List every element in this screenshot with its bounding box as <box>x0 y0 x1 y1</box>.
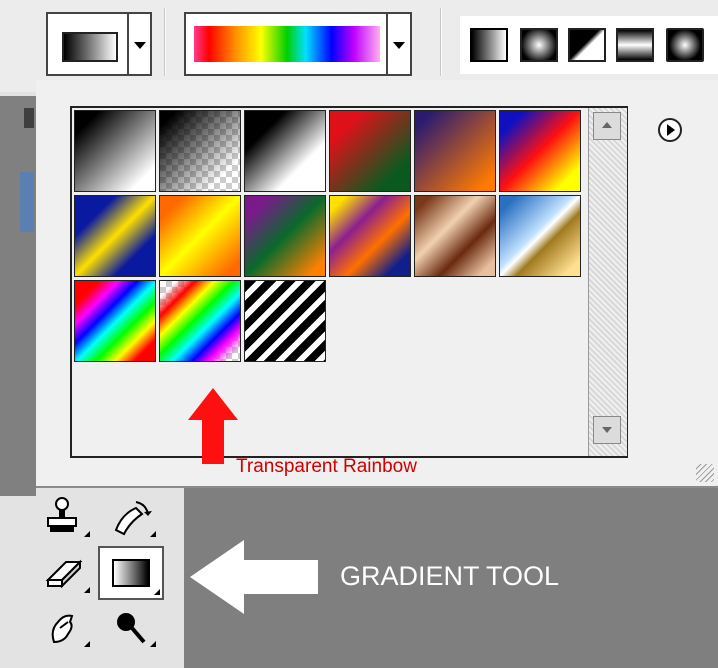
left-panel-strip <box>0 0 37 668</box>
gradient-tool[interactable] <box>98 546 164 600</box>
gradient-tool-icon <box>112 559 150 587</box>
angle-gradient-icon[interactable] <box>568 28 606 62</box>
gradient-preset-transparent-stripes[interactable] <box>244 280 326 362</box>
gradient-swatch-icon <box>62 32 118 62</box>
gradient-tool-annotation: GRADIENT TOOL <box>340 561 560 591</box>
diamond-gradient-icon[interactable] <box>666 28 704 62</box>
gradient-preset-blue-yellow-blue[interactable] <box>74 195 156 277</box>
gradient-preset-transparent-rainbow[interactable] <box>159 280 241 362</box>
chevron-down-icon[interactable] <box>134 42 146 49</box>
left-panel-shadow <box>0 96 36 496</box>
left-panel-highlight <box>20 172 34 232</box>
red-pointer-arrow-icon <box>188 388 238 464</box>
clone-stamp-tool[interactable] <box>40 494 92 540</box>
scroll-down-button[interactable] <box>593 416 621 444</box>
reflected-gradient-icon[interactable] <box>616 28 654 62</box>
gradient-preset-orange-yellow-orange[interactable] <box>159 195 241 277</box>
gradient-preset-blue-red-yellow[interactable] <box>499 110 581 192</box>
current-gradient-swatch[interactable] <box>194 26 380 62</box>
resize-grip-icon[interactable] <box>696 464 714 482</box>
dodge-tool[interactable] <box>106 604 158 650</box>
preset-scrollbar[interactable] <box>588 108 627 456</box>
gradient-preset-fill <box>160 281 240 361</box>
gradient-preset-spectrum[interactable] <box>74 280 156 362</box>
chevron-down-icon[interactable] <box>393 42 405 49</box>
toolbox <box>36 488 185 668</box>
panel-menu-button[interactable] <box>658 118 682 142</box>
transparent-rainbow-annotation: Transparent Rainbow <box>236 456 417 477</box>
gradient-preset-black-white[interactable] <box>244 110 326 192</box>
eraser-tool[interactable] <box>40 550 92 596</box>
options-bar <box>0 0 718 92</box>
gradient-preset-foreground-to-background[interactable] <box>74 110 156 192</box>
gradient-preset-chrome[interactable] <box>499 195 581 277</box>
gradient-preset-panel <box>36 80 718 488</box>
gradient-preset-red-green[interactable] <box>329 110 411 192</box>
gradient-preset-grid <box>70 106 628 458</box>
gradient-preset-fill <box>160 111 240 191</box>
left-panel-knob <box>24 108 34 128</box>
gradient-preset-violet-green-orange[interactable] <box>244 195 326 277</box>
arrow-down-icon <box>602 427 612 433</box>
gradient-preset-foreground-to-transparent[interactable] <box>159 110 241 192</box>
play-circle-icon <box>667 124 675 136</box>
smudge-tool[interactable] <box>40 604 92 650</box>
gradient-preset-yellow-violet-orange-blue[interactable] <box>329 195 411 277</box>
radial-gradient-icon[interactable] <box>520 28 558 62</box>
gradient-preset-copper[interactable] <box>414 195 496 277</box>
gradient-editor-preview[interactable] <box>184 12 412 76</box>
arrow-up-icon <box>602 122 612 128</box>
gradient-preset-button[interactable] <box>46 12 152 76</box>
gradient-type-buttons <box>460 16 718 74</box>
linear-gradient-icon[interactable] <box>470 28 508 62</box>
white-pointer-arrow-icon <box>190 540 318 614</box>
gradient-preset-violet-orange[interactable] <box>414 110 496 192</box>
scroll-up-button[interactable] <box>593 112 621 140</box>
history-brush-tool[interactable] <box>106 494 158 540</box>
